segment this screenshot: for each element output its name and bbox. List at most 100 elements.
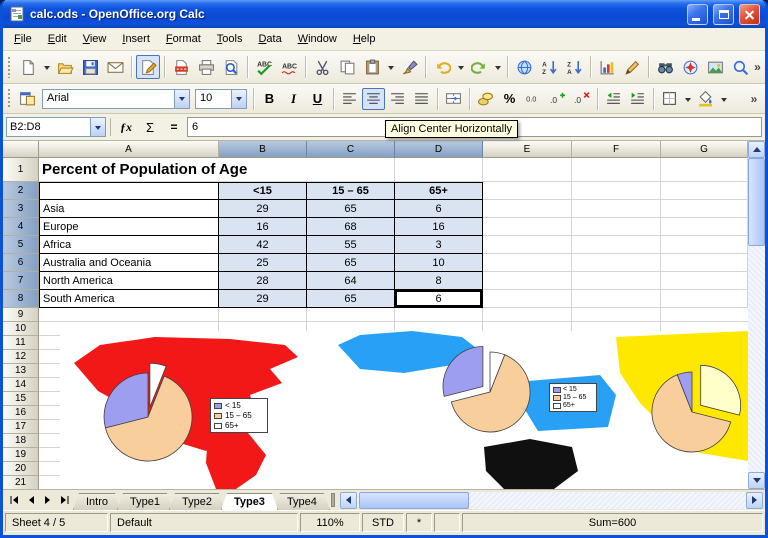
cell[interactable] [572, 290, 661, 308]
scroll-right-button[interactable] [746, 492, 763, 509]
column-header-d[interactable]: D [395, 141, 483, 158]
menu-insert[interactable]: Insert [114, 30, 158, 48]
undo-button[interactable] [430, 55, 454, 79]
cell[interactable] [395, 158, 483, 182]
cell-value[interactable]: 6 [395, 200, 483, 218]
sheet-tab-type2[interactable]: Type2 [169, 493, 225, 510]
horizontal-scroll-track[interactable] [357, 492, 746, 509]
column-header-g[interactable]: G [661, 141, 748, 158]
row-header-3[interactable]: 3 [3, 200, 39, 218]
borders-button[interactable] [658, 88, 681, 110]
horizontal-scrollbar[interactable] [340, 492, 763, 509]
world-map-pie-chart[interactable]: < 15 15 – 65 65+ < 15 15 – 65 65+ [60, 331, 748, 489]
column-header-a[interactable]: A [39, 141, 219, 158]
new-document-button[interactable] [16, 55, 40, 79]
delete-decimal-button[interactable]: .0 [570, 88, 593, 110]
menu-view[interactable]: View [75, 30, 115, 48]
minimize-button[interactable] [687, 4, 708, 25]
previous-sheet-button[interactable] [22, 492, 39, 509]
row-header-6[interactable]: 6 [3, 254, 39, 272]
tab-scrollbar-splitter[interactable] [331, 493, 335, 507]
cell[interactable] [572, 200, 661, 218]
cell-value[interactable]: 55 [307, 236, 395, 254]
toolbar-grip[interactable] [7, 88, 12, 108]
menu-tools[interactable]: Tools [209, 30, 251, 48]
menu-data[interactable]: Data [250, 30, 289, 48]
row-header-7[interactable]: 7 [3, 272, 39, 290]
cell[interactable] [483, 236, 572, 254]
empty-cells[interactable] [39, 308, 748, 322]
status-sum[interactable]: Sum=600 [462, 513, 763, 532]
name-box-dropdown[interactable] [90, 118, 105, 136]
cell-b2-header[interactable]: <15 [219, 182, 307, 200]
scroll-left-button[interactable] [340, 492, 357, 509]
status-zoom-level[interactable]: 110% [300, 513, 360, 532]
currency-format-button[interactable] [474, 88, 497, 110]
zoom-button[interactable] [728, 55, 752, 79]
row-header-18[interactable]: 18 [3, 434, 39, 448]
menu-window[interactable]: Window [290, 30, 345, 48]
maximize-button[interactable] [713, 4, 734, 25]
cell-value[interactable]: 16 [395, 218, 483, 236]
cell-value[interactable]: 28 [219, 272, 307, 290]
menu-file[interactable]: File [6, 30, 40, 48]
row-header-21[interactable]: 21 [3, 476, 39, 489]
spellcheck-button[interactable]: ABC [252, 55, 276, 79]
toolbar-grip[interactable] [7, 56, 12, 78]
font-name-dropdown[interactable] [174, 90, 189, 108]
sort-descending-button[interactable]: ZA [562, 55, 586, 79]
row-header-8[interactable]: 8 [3, 290, 39, 308]
cell-value[interactable]: 25 [219, 254, 307, 272]
percent-format-button[interactable]: % [498, 88, 521, 110]
background-color-button[interactable] [694, 88, 717, 110]
cell[interactable] [572, 218, 661, 236]
vertical-scroll-thumb[interactable] [748, 158, 765, 246]
cell[interactable] [572, 254, 661, 272]
menu-format[interactable]: Format [158, 30, 209, 48]
row-header-20[interactable]: 20 [3, 462, 39, 476]
cell[interactable] [661, 200, 748, 218]
column-header-c[interactable]: C [307, 141, 395, 158]
add-decimal-button[interactable]: .0 [546, 88, 569, 110]
styles-and-formatting-button[interactable] [16, 88, 39, 110]
row-header-10[interactable]: 10 [3, 322, 39, 336]
undo-dropdown[interactable] [455, 56, 466, 78]
cell-value[interactable]: 42 [219, 236, 307, 254]
navigator-button[interactable] [678, 55, 702, 79]
cell-region[interactable]: South America [39, 290, 219, 308]
cell-value[interactable]: 65 [307, 254, 395, 272]
cell-value[interactable]: 65 [307, 290, 395, 308]
cell-value[interactable]: 29 [219, 290, 307, 308]
font-name-combobox[interactable]: Arial [42, 89, 190, 109]
align-right-button[interactable] [386, 88, 409, 110]
vertical-scrollbar[interactable] [748, 141, 765, 489]
cell-value[interactable]: 3 [395, 236, 483, 254]
export-pdf-button[interactable] [169, 55, 193, 79]
cell[interactable] [661, 218, 748, 236]
underline-button[interactable]: U [306, 88, 329, 110]
align-left-button[interactable] [338, 88, 361, 110]
row-header-13[interactable]: 13 [3, 364, 39, 378]
cell-c2-header[interactable]: 15 – 65 [307, 182, 395, 200]
background-color-dropdown[interactable] [718, 88, 729, 110]
column-header-e[interactable]: E [483, 141, 572, 158]
cell[interactable] [661, 272, 748, 290]
cell-value[interactable]: 68 [307, 218, 395, 236]
open-button[interactable] [53, 55, 77, 79]
cell-value[interactable]: 16 [219, 218, 307, 236]
increase-indent-button[interactable] [626, 88, 649, 110]
column-header-b[interactable]: B [219, 141, 307, 158]
sheet-tab-intro[interactable]: Intro [73, 493, 121, 510]
cell-value[interactable]: 10 [395, 254, 483, 272]
sum-button[interactable]: Σ [139, 117, 161, 137]
cell[interactable] [661, 290, 748, 308]
cell-value[interactable]: 29 [219, 200, 307, 218]
redo-dropdown[interactable] [492, 56, 503, 78]
insert-chart-button[interactable] [595, 55, 619, 79]
row-header-11[interactable]: 11 [3, 336, 39, 350]
gallery-button[interactable] [703, 55, 727, 79]
function-button[interactable]: = [163, 117, 185, 137]
paste-dropdown[interactable] [385, 56, 396, 78]
cell[interactable] [483, 218, 572, 236]
row-header-5[interactable]: 5 [3, 236, 39, 254]
